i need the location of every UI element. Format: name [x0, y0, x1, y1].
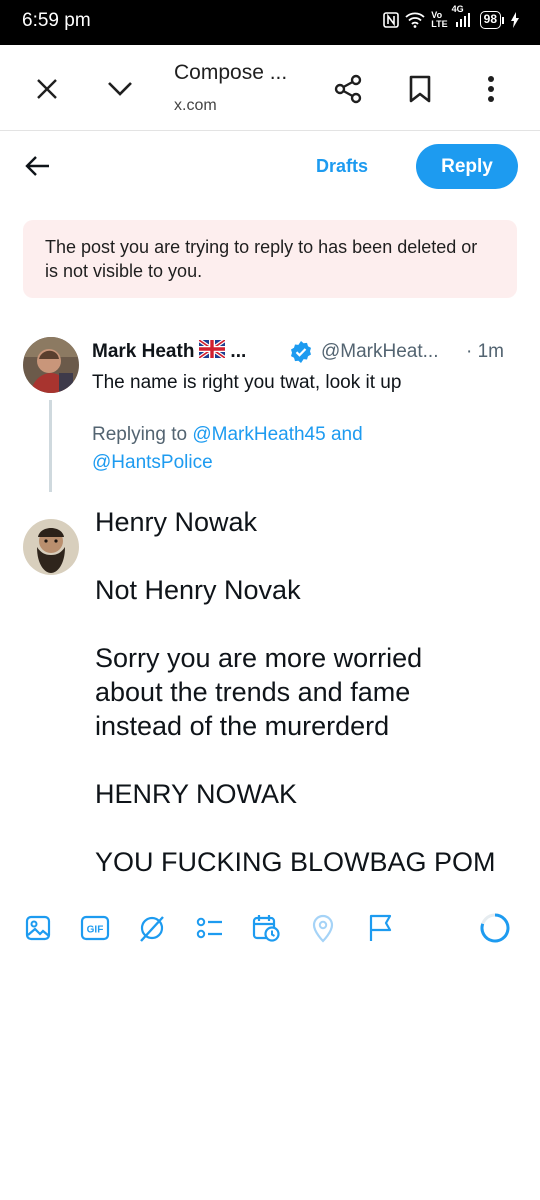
status-bar: 6:59 pm Vo LTE 4G 98	[0, 0, 540, 45]
share-icon[interactable]	[330, 71, 366, 107]
location-icon[interactable]	[307, 912, 339, 944]
progress-ring-icon	[479, 912, 511, 944]
replying-handle-link[interactable]: @HantsPolice	[92, 452, 213, 473]
verified-badge-icon	[289, 340, 313, 369]
page-title[interactable]: Compose ...	[174, 61, 287, 85]
author-name-truncation: ...	[230, 341, 247, 362]
replying-handle-link[interactable]: @MarkHeath45	[192, 424, 325, 445]
flag-icon[interactable]	[364, 912, 396, 944]
signal-icon: 4G	[452, 4, 474, 28]
bookmark-icon[interactable]	[402, 71, 438, 107]
compose-line: YOU FUCKING BLOWBAG POM	[95, 847, 496, 877]
reply-button[interactable]: Reply	[416, 144, 518, 189]
compose-line: Sorry you are more worried	[95, 643, 423, 673]
more-vert-icon[interactable]	[473, 71, 509, 107]
gif-label: GIF	[87, 925, 104, 936]
notice-text: The post you are trying to reply to has …	[45, 237, 478, 281]
author-name-text: Mark Heath	[92, 341, 195, 362]
compose-blank-line	[95, 607, 515, 641]
replying-to: Replying to @MarkHeath45 and @HantsPolic…	[92, 421, 422, 477]
author-handle[interactable]: @MarkHeat...	[321, 341, 438, 363]
avatar[interactable]	[23, 337, 79, 393]
wifi-icon	[405, 12, 425, 28]
charging-icon	[510, 12, 520, 28]
network-lte-label: LTE	[431, 19, 448, 29]
uk-flag-icon	[198, 338, 227, 364]
battery-level: 98	[479, 11, 501, 29]
author-name[interactable]: Mark Heath ...	[92, 338, 247, 364]
status-time: 6:59 pm	[22, 10, 91, 31]
compose-line: about the trends and fame	[95, 677, 411, 707]
drafts-button[interactable]: Drafts	[316, 156, 368, 177]
grok-icon[interactable]	[136, 912, 168, 944]
page-url[interactable]: x.com	[174, 97, 217, 115]
back-arrow-icon[interactable]	[20, 148, 56, 184]
compose-toolbar: GIF	[0, 908, 540, 952]
compose-line: Henry Nowak	[95, 507, 258, 537]
compose-blank-line	[95, 539, 515, 573]
browser-bar: Compose ... x.com	[0, 45, 540, 131]
compose-line: HENRY NOWAK	[95, 779, 298, 809]
battery-cap	[502, 16, 504, 24]
replying-prefix: Replying to	[92, 424, 193, 445]
poll-icon[interactable]	[193, 912, 225, 944]
compose-blank-line	[95, 811, 515, 845]
replying-and[interactable]: and	[326, 424, 363, 445]
compose-line: Not Henry Novak	[95, 575, 301, 605]
deleted-post-notice: The post you are trying to reply to has …	[23, 220, 517, 298]
network-gen-label: 4G	[451, 4, 464, 14]
compose-textarea[interactable]: Henry Nowak Not Henry Novak Sorry you ar…	[95, 505, 515, 879]
compose-blank-line	[95, 743, 515, 777]
status-icons: Vo LTE 4G 98	[383, 4, 520, 29]
image-icon[interactable]	[22, 912, 54, 944]
schedule-icon[interactable]	[250, 912, 282, 944]
battery-icon: 98	[479, 11, 504, 29]
network-type: Vo LTE	[431, 11, 447, 29]
gif-icon[interactable]: GIF	[79, 912, 111, 944]
tweet-time: · 1m	[466, 341, 504, 362]
thread-line	[49, 400, 52, 492]
compose-line: instead of the murerderd	[95, 711, 390, 741]
close-icon[interactable]	[29, 71, 65, 107]
nfc-icon	[383, 12, 400, 28]
tweet-text: The name is right you twat, look it up	[92, 372, 402, 393]
chevron-down-icon[interactable]	[102, 71, 138, 107]
avatar[interactable]	[23, 519, 79, 575]
